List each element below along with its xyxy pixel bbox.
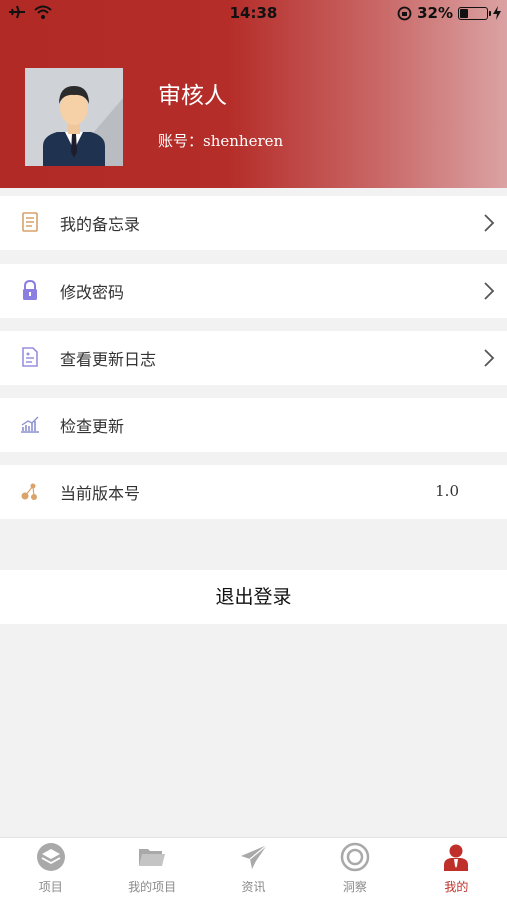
log-document-icon bbox=[22, 347, 38, 367]
menu-item-version: 当前版本号 1.0 bbox=[0, 465, 507, 519]
logout-button[interactable]: 退出登录 bbox=[0, 570, 507, 624]
battery-icon bbox=[458, 6, 491, 20]
status-bar: 14:38 32% bbox=[0, 0, 507, 26]
paper-plane-icon bbox=[240, 844, 267, 869]
tab-news[interactable]: 资讯 bbox=[203, 838, 304, 900]
chevron-right-icon bbox=[484, 349, 495, 367]
tab-bar: 项目 我的项目 资讯 洞察 我的 bbox=[0, 837, 507, 900]
folder-icon bbox=[139, 849, 166, 866]
chart-update-icon bbox=[21, 416, 39, 433]
menu-item-memo[interactable]: 我的备忘录 bbox=[0, 196, 507, 250]
version-icon bbox=[21, 483, 37, 500]
menu-item-update-log[interactable]: 查看更新日志 bbox=[0, 331, 507, 385]
menu-label-check-update: 检查更新 bbox=[60, 417, 125, 436]
version-value: 1.0 bbox=[435, 482, 459, 500]
tab-label: 洞察 bbox=[342, 880, 367, 894]
user-name: 审核人 bbox=[158, 83, 227, 109]
menu-item-change-password[interactable]: 修改密码 bbox=[0, 264, 507, 318]
chevron-right-icon bbox=[484, 282, 495, 300]
account-line: 账号：shenheren bbox=[158, 130, 283, 151]
tab-insight[interactable]: 洞察 bbox=[304, 838, 405, 900]
tab-my-projects[interactable]: 我的项目 bbox=[101, 838, 202, 900]
battery-percent: 32% bbox=[417, 4, 453, 22]
account-label: 账号： bbox=[158, 132, 204, 150]
eye-target-icon bbox=[340, 842, 370, 872]
menu-item-check-update[interactable]: 检查更新 bbox=[0, 398, 507, 452]
tab-label: 项目 bbox=[38, 880, 63, 894]
account-value: shenheren bbox=[203, 132, 284, 150]
chevron-right-icon bbox=[484, 214, 495, 232]
orientation-lock-icon bbox=[397, 6, 412, 20]
tab-label: 我的 bbox=[444, 880, 469, 894]
tab-label: 资讯 bbox=[241, 880, 266, 894]
tab-label: 我的项目 bbox=[128, 880, 177, 894]
layers-icon bbox=[36, 843, 65, 871]
memo-icon bbox=[22, 212, 38, 232]
charging-icon bbox=[493, 6, 501, 20]
menu-label-memo: 我的备忘录 bbox=[60, 215, 141, 234]
lock-icon bbox=[23, 279, 37, 300]
tab-mine[interactable]: 我的 bbox=[406, 838, 507, 900]
profile-header: 14:38 32% 审核人 账号：shenheren bbox=[0, 0, 507, 188]
tab-projects[interactable]: 项目 bbox=[0, 838, 101, 900]
avatar[interactable] bbox=[25, 68, 123, 166]
menu-label-change-password: 修改密码 bbox=[60, 283, 125, 302]
user-icon bbox=[444, 844, 469, 871]
menu-label-update-log: 查看更新日志 bbox=[60, 350, 157, 369]
menu-label-version: 当前版本号 bbox=[60, 484, 141, 503]
